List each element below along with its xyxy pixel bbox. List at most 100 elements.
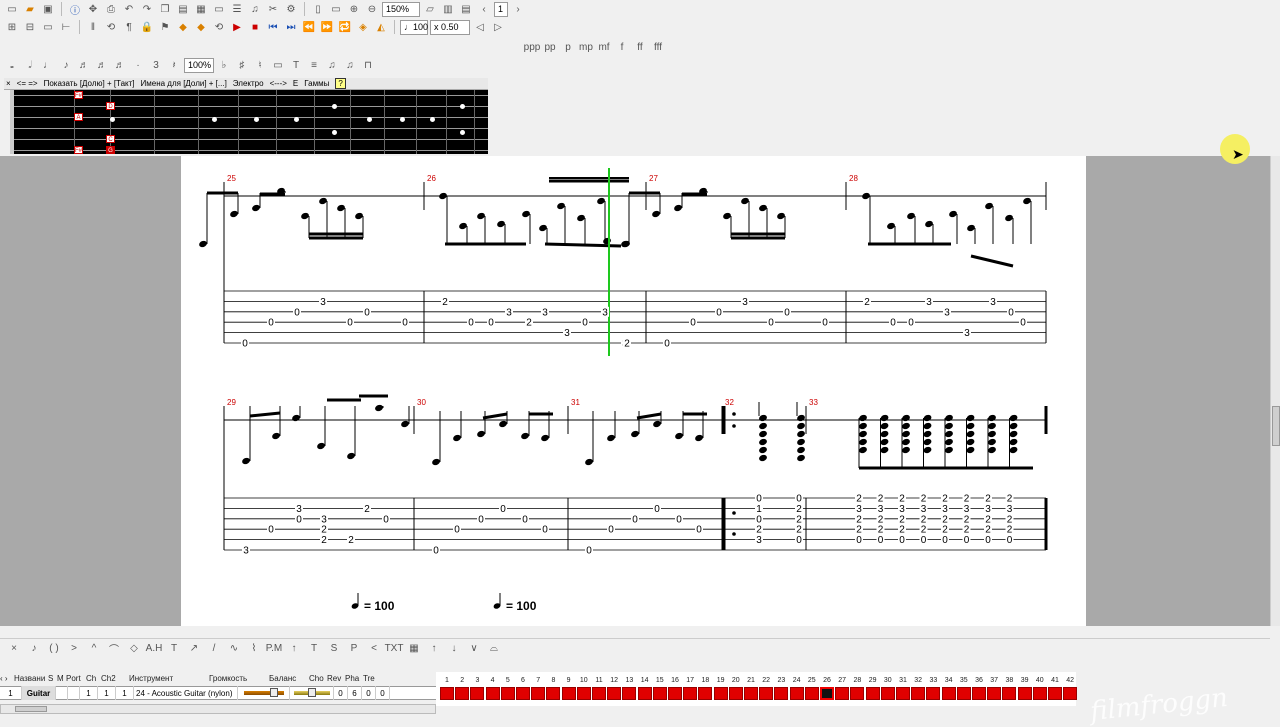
- fretboard-note-marker[interactable]: F#: [74, 146, 83, 154]
- dead-note-icon[interactable]: ×: [6, 641, 22, 657]
- bars-icon[interactable]: ‖: [85, 19, 101, 35]
- fretboard-names-select[interactable]: Имена для [Доли] + [...]: [141, 79, 227, 88]
- redo-icon[interactable]: ↷: [139, 1, 155, 17]
- horizontal-view-icon[interactable]: ▭: [328, 1, 344, 17]
- fretboard-note-marker[interactable]: D: [106, 102, 115, 110]
- track-add-icon[interactable]: ⊞: [4, 19, 20, 35]
- duration-percent[interactable]: 100%: [184, 57, 214, 73]
- tapping-icon[interactable]: T: [306, 641, 322, 657]
- loop-icon[interactable]: 🔁: [337, 19, 353, 35]
- align-icon[interactable]: ≡: [306, 57, 322, 73]
- move-icon[interactable]: ✥: [85, 1, 101, 17]
- tap-icon[interactable]: T: [166, 641, 182, 657]
- timeline-bar-cell[interactable]: [470, 687, 485, 700]
- timeline-bar-cell[interactable]: [592, 687, 606, 700]
- fretboard-nav[interactable]: <= =>: [17, 79, 38, 88]
- tools-icon[interactable]: ✂: [265, 1, 281, 17]
- repeat-icon[interactable]: ⟲: [103, 19, 119, 35]
- timeline-bar-cell[interactable]: [485, 687, 500, 700]
- fretboard-show-select[interactable]: Показать [Долю] + [Такт]: [44, 79, 135, 88]
- track-nav-icon[interactable]: ‹ ›: [0, 674, 14, 683]
- track-solo-toggle[interactable]: [56, 686, 68, 700]
- p-icon[interactable]: p: [560, 39, 576, 55]
- fit-icon[interactable]: ▱: [422, 1, 438, 17]
- last-bar-icon[interactable]: ⏭: [283, 19, 299, 35]
- save-icon[interactable]: ▣: [40, 1, 56, 17]
- f-icon[interactable]: f: [614, 39, 630, 55]
- tempo-field[interactable]: ♩100: [400, 19, 428, 35]
- accent-icon[interactable]: >: [66, 641, 82, 657]
- timeline-bar-cell[interactable]: [956, 687, 971, 700]
- loop-start-icon[interactable]: ◆: [175, 19, 191, 35]
- eighth-note-icon[interactable]: ♪: [58, 57, 74, 73]
- timeline-bar-cell[interactable]: [972, 687, 986, 700]
- timeline-bar-cell[interactable]: [820, 687, 834, 700]
- copy-icon[interactable]: ❐: [157, 1, 173, 17]
- track-horizontal-scrollbar[interactable]: [0, 704, 436, 714]
- pp-icon[interactable]: pp: [542, 39, 558, 55]
- prev-page-icon[interactable]: ‹: [476, 1, 492, 17]
- split-icon[interactable]: ⊓: [360, 57, 376, 73]
- open-folder-icon[interactable]: ▰: [22, 1, 38, 17]
- lock-icon[interactable]: 🔒: [139, 19, 155, 35]
- timeline-bar-cell[interactable]: [500, 687, 515, 700]
- chord-diagram-icon[interactable]: ▦: [406, 641, 422, 657]
- timeline-bar-cell[interactable]: [1063, 687, 1078, 700]
- heavy-accent-icon[interactable]: ^: [86, 641, 102, 657]
- timeline-bar-cell[interactable]: [896, 687, 910, 700]
- fade-in-icon[interactable]: <: [366, 641, 382, 657]
- sixteenth-note-icon[interactable]: ♬: [76, 57, 92, 73]
- alt-icon[interactable]: ♭: [216, 57, 232, 73]
- timeline-bar-cell[interactable]: [744, 687, 758, 700]
- fretboard-scales-button[interactable]: Гаммы: [304, 79, 329, 88]
- track-scroll-thumb[interactable]: [15, 706, 47, 712]
- fretboard-note-marker[interactable]: A: [74, 113, 83, 121]
- timeline-bar-cell[interactable]: [728, 687, 743, 700]
- timeline-bar-cell[interactable]: [455, 687, 470, 700]
- timeline-bar-cell[interactable]: [637, 687, 652, 700]
- timeline-bar-cell[interactable]: [698, 687, 713, 700]
- chord-icon[interactable]: ♫: [342, 57, 358, 73]
- grid-icon[interactable]: ▦: [193, 1, 209, 17]
- track-instrument[interactable]: 24 - Acoustic Guitar (nylon): [134, 686, 238, 700]
- fermata-icon[interactable]: ⌓: [486, 641, 502, 657]
- vertical-scrollbar[interactable]: [1270, 156, 1280, 626]
- timeline-bar-cell[interactable]: [683, 687, 698, 700]
- tremolo-bar-icon[interactable]: ⌇: [246, 641, 262, 657]
- track-remove-icon[interactable]: ⊟: [22, 19, 38, 35]
- prev-bar-icon[interactable]: ⏪: [301, 19, 317, 35]
- zoom-select[interactable]: 150%: [382, 1, 420, 17]
- 32nd-note-icon[interactable]: ♬: [94, 57, 110, 73]
- timeline-bar-cell[interactable]: [835, 687, 850, 700]
- ghost-icon[interactable]: ▭: [270, 57, 286, 73]
- fretboard-note-marker[interactable]: F#: [74, 91, 83, 99]
- vertical-scroll-thumb[interactable]: [1272, 406, 1280, 446]
- quarter-note-icon[interactable]: ♩: [40, 57, 56, 73]
- list-icon[interactable]: ☰: [229, 1, 245, 17]
- pickstroke-icon[interactable]: ∨: [466, 641, 482, 657]
- whole-note-icon[interactable]: 𝅝: [4, 57, 20, 73]
- timeline-bar-cell[interactable]: [713, 687, 728, 700]
- next-bar-icon[interactable]: ⏩: [319, 19, 335, 35]
- timeline-bar-cell[interactable]: [516, 687, 530, 700]
- track-port[interactable]: 1: [80, 686, 98, 700]
- paste-icon[interactable]: ▤: [175, 1, 191, 17]
- measure-icon[interactable]: ▭: [40, 19, 56, 35]
- multitrack-icon[interactable]: ▥: [440, 1, 456, 17]
- undo-icon[interactable]: ↶: [121, 1, 137, 17]
- fretboard-note-marker[interactable]: C: [106, 135, 115, 143]
- grace-note-icon[interactable]: ♪: [26, 641, 42, 657]
- stop-icon[interactable]: ■: [247, 19, 263, 35]
- timeline-bar-cell[interactable]: [652, 687, 667, 700]
- score-page[interactable]: 2526272800030002003233033200030002003333…: [181, 156, 1086, 626]
- fretboard-note-marker[interactable]: G: [106, 146, 115, 154]
- up-stroke-icon[interactable]: ↑: [426, 641, 442, 657]
- timeline-bar-cell[interactable]: [607, 687, 622, 700]
- timeline-bar-cell[interactable]: [576, 687, 591, 700]
- page-view-icon[interactable]: ▯: [310, 1, 326, 17]
- timeline-bar-cell[interactable]: [1048, 687, 1062, 700]
- timeline-bar-cell[interactable]: [561, 687, 576, 700]
- timeline-bar-cell[interactable]: [440, 687, 454, 700]
- track-mute-toggle[interactable]: [68, 686, 80, 700]
- palm-mute-icon[interactable]: P.M: [266, 641, 283, 657]
